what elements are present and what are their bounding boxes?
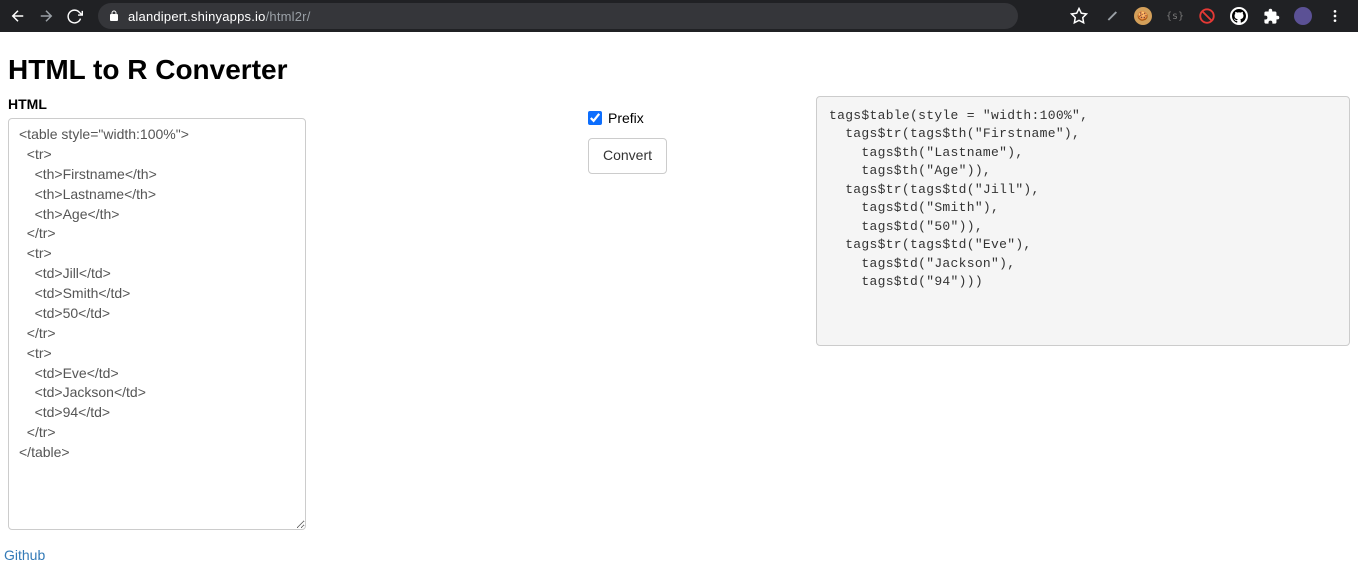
extensions-puzzle-icon[interactable] (1262, 7, 1280, 25)
url-bar[interactable]: alandipert.shinyapps.io/html2r/ (98, 3, 1018, 29)
extension-block-icon[interactable] (1198, 7, 1216, 25)
extension-github-icon[interactable] (1230, 7, 1248, 25)
back-icon[interactable] (8, 6, 28, 26)
page-body: HTML to R Converter HTML Github Prefix C… (0, 32, 1358, 585)
extension-brackets-icon[interactable]: {s} (1166, 7, 1184, 25)
github-link[interactable]: Github (4, 547, 45, 563)
controls-column: Prefix Convert (318, 96, 810, 565)
lock-icon (108, 10, 120, 22)
html-column: HTML Github (8, 96, 318, 565)
reload-icon[interactable] (64, 6, 84, 26)
extension-cookie-icon[interactable]: 🍪 (1134, 7, 1152, 25)
prefix-checkbox[interactable] (588, 111, 602, 125)
star-icon[interactable] (1070, 7, 1088, 25)
browser-right-icons: 🍪 {s} (1070, 7, 1350, 25)
profile-avatar-icon[interactable] (1294, 7, 1312, 25)
extension-wand-icon[interactable] (1102, 7, 1120, 25)
output-column: tags$table(style = "width:100%", tags$tr… (810, 96, 1350, 565)
prefix-checkbox-row: Prefix (588, 110, 800, 126)
menu-dots-icon[interactable] (1326, 7, 1344, 25)
html-label: HTML (8, 96, 306, 112)
output-code: tags$table(style = "width:100%", tags$tr… (816, 96, 1350, 346)
html-input[interactable] (8, 118, 306, 530)
convert-button[interactable]: Convert (588, 138, 667, 174)
main-row: HTML Github Prefix Convert tags$table(st… (8, 96, 1350, 565)
url-text: alandipert.shinyapps.io/html2r/ (128, 9, 311, 24)
forward-icon[interactable] (36, 6, 56, 26)
prefix-label: Prefix (608, 110, 644, 126)
footer-link-row: Github (4, 547, 306, 565)
page-title: HTML to R Converter (8, 54, 1350, 86)
browser-chrome: alandipert.shinyapps.io/html2r/ 🍪 {s} (0, 0, 1358, 32)
nav-buttons (8, 6, 84, 26)
